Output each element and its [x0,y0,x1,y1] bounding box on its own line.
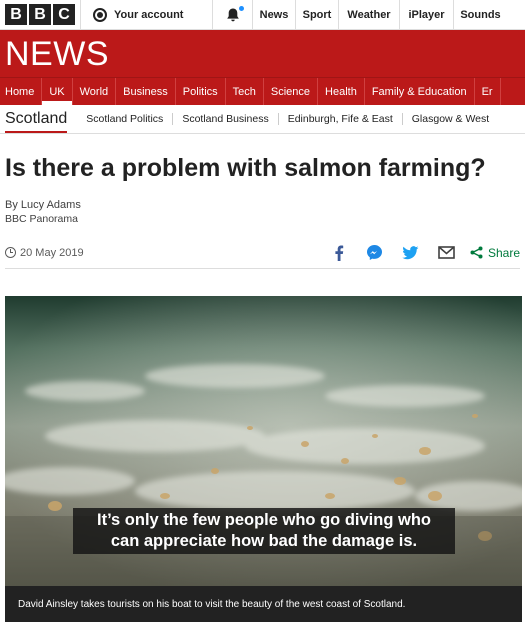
top-nav-sport[interactable]: Sport [295,0,338,30]
share-icon [470,246,483,259]
clock-icon [5,247,16,258]
bbc-logo-letter: B [29,4,51,25]
top-nav-weather[interactable]: Weather [338,0,399,30]
bbc-logo[interactable]: B B C [0,0,80,29]
nav-business[interactable]: Business [116,78,176,105]
subnav-scotland-business[interactable]: Scotland Business [172,113,277,125]
article-video-frame[interactable]: It’s only the few people who go diving w… [5,296,522,586]
nav-uk[interactable]: UK [42,78,73,105]
image-caption: David Ainsley takes tourists on his boat… [5,586,522,622]
subnav-scotland-politics[interactable]: Scotland Politics [77,113,172,125]
page-title: Is there a problem with salmon farming? [5,154,486,182]
nav-science[interactable]: Science [264,78,319,105]
news-logo[interactable]: NEWS [5,36,109,72]
share-tools: Share [314,243,520,263]
top-nav-sounds[interactable]: Sounds [453,0,507,30]
top-nav-news[interactable]: News [252,0,295,30]
video-subtitle: It’s only the few people who go diving w… [73,508,455,554]
news-banner: NEWS [0,30,525,77]
subtitle-line-2: can appreciate how bad the damage is. [110,532,418,550]
nav-tech[interactable]: Tech [226,78,264,105]
account-label: Your account [114,8,184,21]
subnav-glasgow-west[interactable]: Glasgow & West [401,113,498,125]
account-icon [93,7,107,22]
subnav-edinburgh-fife-east[interactable]: Edinburgh, Fife & East [277,113,402,125]
nav-family-education[interactable]: Family & Education [365,78,475,105]
messenger-icon [367,245,383,260]
publish-date: 20 May 2019 [5,247,84,259]
notifications-button[interactable] [212,0,252,29]
facebook-icon [335,245,344,261]
bbc-logo-letter: C [53,4,75,25]
subnav-title-scotland[interactable]: Scotland [0,105,77,133]
account-link[interactable]: Your account [80,0,212,29]
sub-nav: Scotland Scotland Politics Scotland Busi… [0,105,525,134]
nav-health[interactable]: Health [318,78,365,105]
share-label: Share [487,245,520,260]
nav-home[interactable]: Home [0,78,43,105]
email-share-button[interactable] [436,243,458,263]
date-text: 20 May 2019 [20,246,84,259]
nav-overflow-item[interactable]: Er [475,78,501,105]
subtitle-line-1: It’s only the few people who go diving w… [97,511,431,529]
share-button[interactable]: Share [470,246,520,260]
byline: By Lucy Adams BBC Panorama [5,198,81,226]
email-icon [438,246,456,259]
top-nav: News Sport Weather iPlayer Sounds [252,0,507,30]
author-name: By Lucy Adams [5,199,81,211]
top-bar: B B C Your account News Sport Weather iP… [0,0,525,30]
nav-world[interactable]: World [73,78,117,105]
top-nav-iplayer[interactable]: iPlayer [399,0,453,30]
bbc-logo-letter: B [5,4,27,25]
notification-dot [239,6,244,11]
facebook-share-button[interactable] [328,243,350,263]
author-role: BBC Panorama [5,213,78,225]
nav-politics[interactable]: Politics [176,78,226,105]
twitter-share-button[interactable] [400,243,422,263]
section-nav: Home UK World Business Politics Tech Sci… [0,77,525,105]
article-meta: 20 May 2019 Share [5,237,520,269]
messenger-share-button[interactable] [364,243,386,263]
twitter-icon [402,245,419,259]
